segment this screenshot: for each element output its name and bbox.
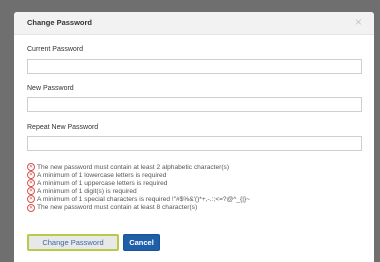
password-rule: ✕ A minimum of 1 special characters is r…: [27, 195, 251, 204]
change-password-dialog: Change Password × Current Password New P…: [14, 12, 374, 262]
password-rules-list: ✕ The new password must contain at least…: [27, 163, 250, 212]
repeat-password-input[interactable]: [27, 136, 362, 151]
error-circle-icon: ✕: [27, 179, 35, 188]
current-password-input[interactable]: [27, 59, 362, 74]
password-rule-text: The new password must contain at least 2…: [37, 163, 230, 171]
password-rule-text: A minimum of 1 uppercase letters is requ…: [37, 179, 168, 187]
new-password-label: New Password: [27, 85, 74, 92]
dialog-title: Change Password: [27, 18, 93, 27]
error-circle-icon: ✕: [27, 187, 35, 196]
password-rule: ✕ The new password must contain at least…: [27, 163, 250, 172]
password-rule-text: A minimum of 1 digit(s) is required: [37, 187, 137, 195]
error-circle-icon: ✕: [27, 171, 35, 180]
current-password-label: Current Password: [27, 46, 84, 53]
error-circle-icon: ✕: [27, 163, 35, 172]
password-rule-text: The new password must contain at least 8…: [37, 204, 198, 212]
cancel-button[interactable]: Cancel: [123, 234, 160, 251]
password-rule: ✕ A minimum of 1 uppercase letters is re…: [27, 179, 250, 188]
password-rule: ✕ The new password must contain at least…: [27, 203, 250, 212]
password-rule: ✕ A minimum of 1 lowercase letters is re…: [27, 171, 250, 180]
close-icon[interactable]: ×: [355, 16, 362, 28]
repeat-password-label: Repeat New Password: [27, 124, 99, 131]
error-circle-icon: ✕: [27, 195, 35, 204]
password-rule: ✕ A minimum of 1 digit(s) is required: [27, 187, 250, 196]
password-rule-text: A minimum of 1 lowercase letters is requ…: [37, 171, 167, 179]
change-password-button[interactable]: Change Password: [27, 234, 119, 251]
new-password-input[interactable]: [27, 97, 362, 112]
error-circle-icon: ✕: [27, 203, 35, 212]
password-rule-text: A minimum of 1 special characters is req…: [37, 195, 251, 203]
dialog-header: Change Password ×: [14, 12, 374, 35]
